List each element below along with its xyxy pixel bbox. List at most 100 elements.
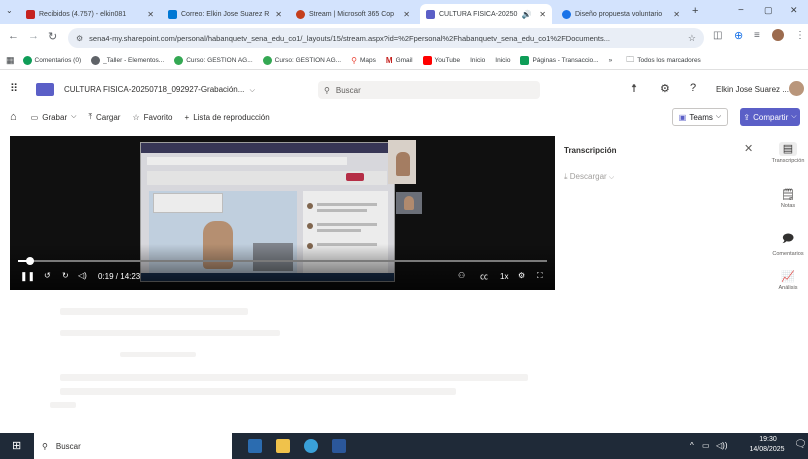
fullscreen-icon[interactable]: ⛶ <box>537 271 543 281</box>
close-icon[interactable]: ✕ <box>539 10 546 19</box>
search-box[interactable]: ⚲ Buscar <box>318 81 540 99</box>
bookmarks-bar: ▦ Comentarios (0) _Taller - Elementos...… <box>0 52 808 70</box>
profile-avatar[interactable] <box>772 29 784 41</box>
minimize-button[interactable]: − <box>738 5 744 16</box>
edge-icon[interactable] <box>304 439 318 453</box>
rail-notes[interactable]: 🗒 Notas <box>768 188 808 209</box>
seek-bar[interactable] <box>18 260 547 262</box>
user-name[interactable]: Elkin Jose Suarez ... <box>716 85 789 94</box>
favorite-button[interactable]: ☆ Favorito <box>132 113 172 122</box>
app-launcher-icon[interactable]: ⠿ <box>10 82 18 95</box>
bookmark-star-icon[interactable]: ☆ <box>688 33 696 44</box>
user-avatar[interactable] <box>789 81 804 96</box>
browser-tab-strip: ⌄ Recibidos (4.757) - elkin081 ✕ Correo:… <box>0 0 808 24</box>
notifications-icon[interactable]: 🗨 <box>794 439 807 450</box>
tab-search-chevron-icon[interactable]: ⌄ <box>6 6 13 15</box>
close-icon[interactable]: ✕ <box>147 10 154 19</box>
rail-analytics[interactable]: 📈 Análisis <box>768 270 808 291</box>
add-to-playlist-button[interactable]: + Lista de reproducción <box>185 113 270 122</box>
chrome-taskbar-icon[interactable] <box>248 439 262 453</box>
settings-gear-icon[interactable]: ⚙ <box>660 82 670 95</box>
file-title[interactable]: CULTURA FISICA-20250718_092927-Grabación… <box>64 85 255 95</box>
bookmark-item[interactable]: _Taller - Elementos... <box>91 56 164 65</box>
video-player[interactable]: ❚❚ ↺ ↻ ◁) 0:19 / 14:23 ⚇ ㏄ 1x ⚙ ⛶ <box>10 136 555 290</box>
tab-stream[interactable]: Stream | Microsoft 365 Cop ✕ <box>290 4 416 24</box>
bookmark-icon <box>262 56 272 65</box>
download-button[interactable]: ⤓ Descargar ⌵ <box>564 172 614 182</box>
back-arrow-icon[interactable]: ← <box>8 30 19 42</box>
loading-placeholder <box>120 352 196 357</box>
search-icon: ⚲ <box>324 85 330 95</box>
file-explorer-icon[interactable] <box>276 439 290 453</box>
bookmarks-overflow[interactable]: » <box>609 57 613 64</box>
upload-button[interactable]: ⤒ Cargar <box>88 112 120 122</box>
tab-cultura-fisica[interactable]: CULTURA FISICA-20250 🔊 ✕ <box>420 4 552 24</box>
volume-icon[interactable]: ◁)) <box>716 441 727 450</box>
volume-icon[interactable]: ◁) <box>78 271 87 280</box>
bookmark-item[interactable]: M Gmail <box>386 56 413 65</box>
record-button[interactable]: ▭ Grabar ⌵ <box>31 113 77 122</box>
settings-gear-icon[interactable]: ⚙ <box>518 271 525 280</box>
bookmark-icon <box>174 56 184 65</box>
browser-toolbar: ← → ↻ ⚙ sena4-my.sharepoint.com/personal… <box>0 24 808 52</box>
forward-10-icon[interactable]: ↻ <box>62 271 69 280</box>
bookmark-item[interactable]: Inicio <box>495 57 510 64</box>
bookmark-item[interactable]: Inicio <box>470 57 485 64</box>
clock-time[interactable]: 19:30 <box>748 436 788 443</box>
menu-kebab-icon[interactable]: ⋮ <box>795 30 805 41</box>
reading-list-icon[interactable]: ≡ <box>754 30 760 41</box>
tab-label: Stream | Microsoft 365 Cop <box>309 10 395 18</box>
site-info-icon[interactable]: ⚙ <box>76 34 83 43</box>
taskbar-search[interactable]: ⚲ Buscar <box>34 433 232 459</box>
new-tab-button[interactable]: + <box>692 5 698 17</box>
extensions-icon[interactable]: ◫ <box>713 30 722 41</box>
battery-icon[interactable]: ▭ <box>702 441 710 450</box>
close-icon[interactable]: ✕ <box>744 142 753 155</box>
pause-icon[interactable]: ❚❚ <box>20 271 35 282</box>
all-bookmarks[interactable]: 🗀 Todos los marcadores <box>626 54 701 68</box>
record-icon: ▭ <box>30 112 39 122</box>
people-icon[interactable]: ☨ <box>631 82 637 95</box>
participant-person <box>404 196 414 210</box>
close-icon[interactable]: ✕ <box>403 10 410 19</box>
tab-diseno[interactable]: Diseño propuesta voluntario ✕ <box>556 4 686 24</box>
rewind-10-icon[interactable]: ↺ <box>44 271 51 280</box>
word-icon[interactable] <box>332 439 346 453</box>
people-view-icon[interactable]: ⚇ <box>458 271 465 280</box>
maximize-button[interactable]: ▢ <box>764 5 773 16</box>
windows-start-icon[interactable]: ⊞ <box>12 439 21 452</box>
address-bar[interactable]: ⚙ sena4-my.sharepoint.com/personal/haban… <box>68 28 704 48</box>
close-icon[interactable]: ✕ <box>275 10 282 19</box>
close-window-button[interactable]: ✕ <box>790 5 798 16</box>
audio-playing-icon[interactable]: 🔊 <box>521 10 531 19</box>
close-icon[interactable]: ✕ <box>673 10 680 19</box>
tab-outlook[interactable]: Correo: Elkin Jose Suarez R ✕ <box>162 4 288 24</box>
bookmark-item[interactable]: YouTube <box>422 56 460 65</box>
teams-button[interactable]: ▣ Teams ⌵ <box>672 108 728 126</box>
inner-avatar <box>307 203 313 209</box>
captions-icon[interactable]: ㏄ <box>480 271 488 282</box>
tab-label: Recibidos (4.757) - elkin081 <box>39 10 127 18</box>
bookmark-item[interactable]: ⚲ Maps <box>351 56 376 65</box>
reload-icon[interactable]: ↻ <box>48 30 57 43</box>
time-display: 0:19 / 14:23 <box>98 272 141 281</box>
tab-gmail[interactable]: Recibidos (4.757) - elkin081 ✕ <box>20 4 160 24</box>
download-icon[interactable]: ⊕ <box>734 29 743 42</box>
home-icon[interactable]: ⌂ <box>10 111 17 123</box>
forward-arrow-icon[interactable]: → <box>28 30 39 42</box>
clock-date[interactable]: 14/08/2025 <box>740 446 794 453</box>
inner-line <box>317 209 367 212</box>
tray-chevron-icon[interactable]: ^ <box>690 441 694 450</box>
bookmark-item[interactable]: Páginas - Transaccio... <box>520 56 599 65</box>
bookmark-item[interactable]: Curso: GESTION AG... <box>174 56 253 65</box>
share-button[interactable]: ⇪ Compartir ⌵ <box>740 108 800 126</box>
apps-grid-icon[interactable]: ▦ <box>6 55 15 66</box>
help-icon[interactable]: ? <box>690 82 696 94</box>
rail-comments[interactable]: 🗩 Comentarios <box>768 230 808 257</box>
sheets-icon <box>520 56 530 65</box>
rail-transcript[interactable]: ▤ Transcripción <box>768 142 808 164</box>
playback-speed[interactable]: 1x <box>500 272 508 281</box>
bookmark-item[interactable]: Comentarios (0) <box>22 56 81 65</box>
bookmark-item[interactable]: Curso: GESTION AG... <box>262 56 341 65</box>
seek-thumb[interactable] <box>25 257 34 265</box>
